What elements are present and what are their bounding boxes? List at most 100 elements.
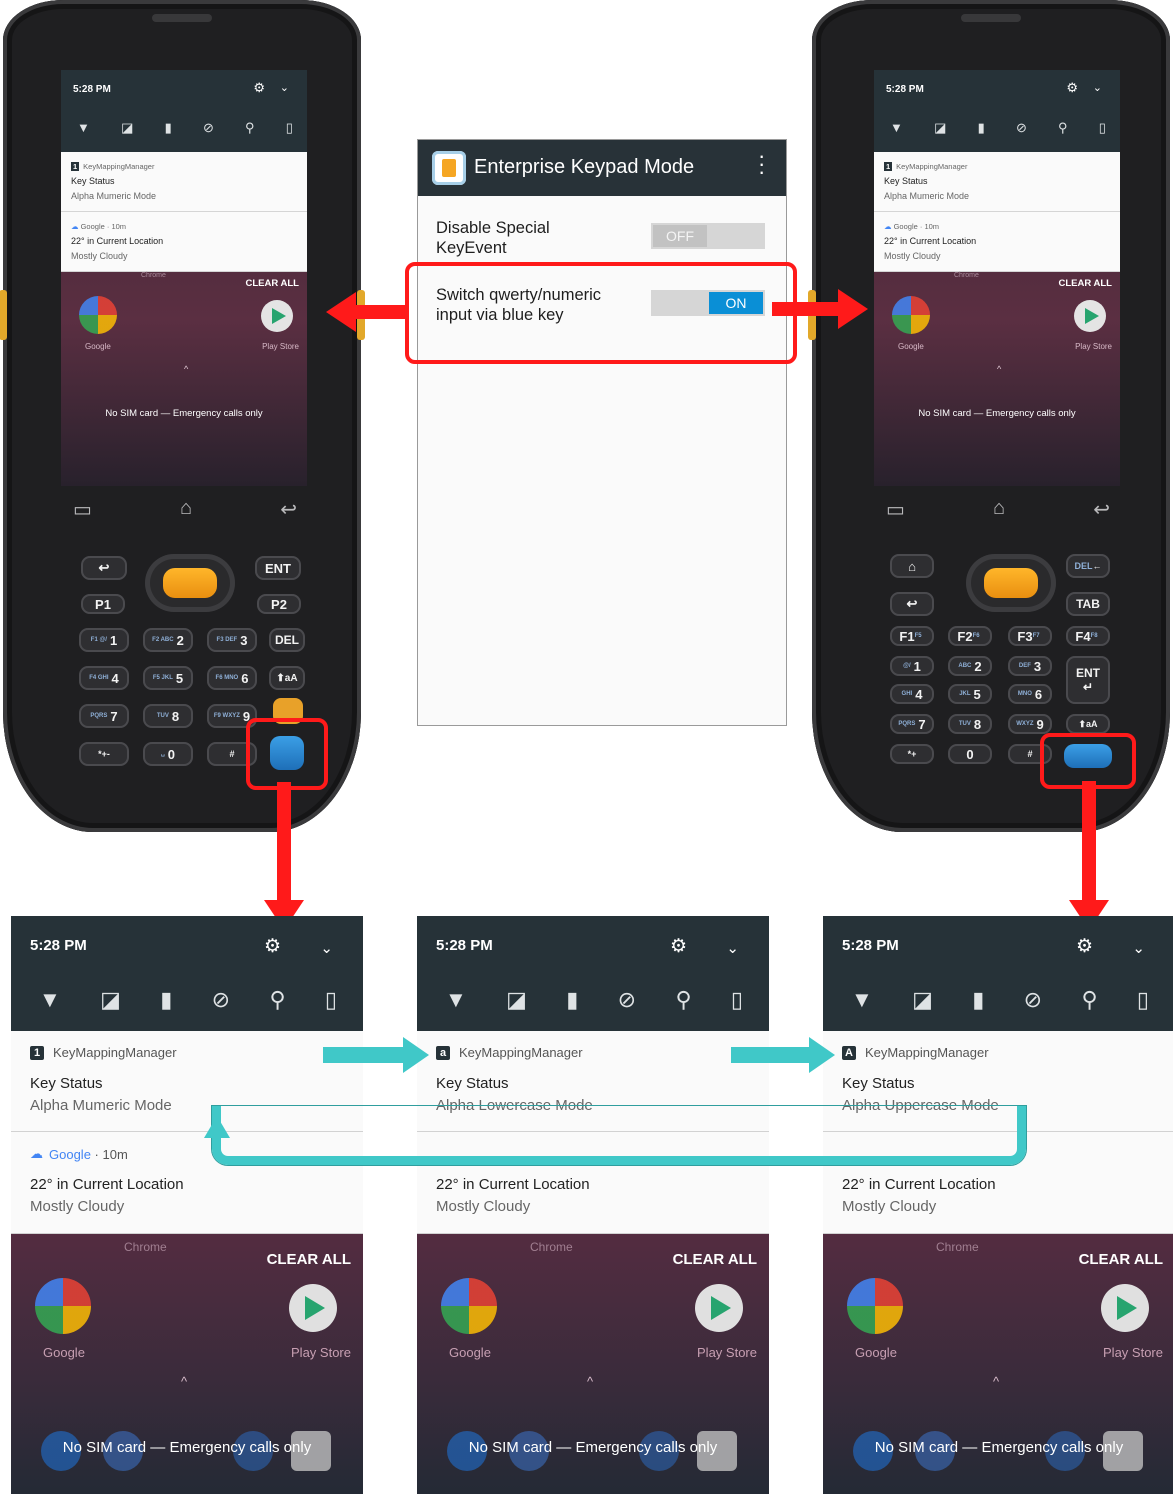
google-folder-icon[interactable] bbox=[79, 296, 117, 334]
play-store-icon[interactable] bbox=[1074, 300, 1106, 332]
notification-key-status[interactable]: 1 KeyMappingManager Key Status Alpha Mume… bbox=[61, 152, 307, 212]
clear-all-button[interactable]: CLEAR ALL bbox=[246, 278, 299, 289]
key-6[interactable]: MNO 6 bbox=[1008, 684, 1052, 704]
gear-icon[interactable]: ⚙ bbox=[264, 935, 281, 958]
key-3[interactable]: DEF 3 bbox=[1008, 656, 1052, 676]
key-2[interactable]: F2 ABC 2 bbox=[143, 628, 193, 652]
f3-key[interactable]: F3 F7 bbox=[1008, 626, 1052, 646]
del-key[interactable]: DEL ← bbox=[1066, 554, 1110, 578]
wifi-icon[interactable]: ▼ bbox=[890, 120, 903, 136]
chevron-up-icon[interactable]: ^ bbox=[997, 364, 1001, 374]
notification-weather[interactable]: ☁ Google · 10m 22° in Current Location M… bbox=[61, 212, 307, 272]
google-folder-icon[interactable] bbox=[847, 1278, 903, 1334]
shift-key[interactable]: ⬆ aA bbox=[1066, 714, 1110, 734]
chevron-down-icon[interactable]: ⌄ bbox=[726, 939, 739, 957]
clear-all-button[interactable]: CLEAR ALL bbox=[1079, 1251, 1163, 1268]
key-1[interactable]: @/1 bbox=[890, 656, 934, 676]
key-5[interactable]: F5 JKL 5 bbox=[143, 666, 193, 690]
key-8[interactable]: TUV 8 bbox=[143, 704, 193, 728]
google-folder-icon[interactable] bbox=[35, 1278, 91, 1334]
chevron-up-icon[interactable]: ^ bbox=[993, 1374, 999, 1389]
gear-icon[interactable]: ⚙ bbox=[670, 935, 687, 958]
wifi-icon[interactable]: ▼ bbox=[445, 987, 467, 1013]
phone-orientation-icon[interactable]: ▯ bbox=[286, 120, 293, 136]
key-7[interactable]: PQRS 7 bbox=[79, 704, 129, 728]
back-icon[interactable]: ↩ bbox=[1093, 497, 1110, 522]
enter-key[interactable]: ENT bbox=[255, 556, 301, 580]
key-8[interactable]: TUV 8 bbox=[948, 714, 992, 734]
play-store-icon[interactable] bbox=[289, 1284, 337, 1332]
f2-key[interactable]: F2 F6 bbox=[948, 626, 992, 646]
battery-icon[interactable]: ▮ bbox=[160, 987, 172, 1013]
no-sim-icon[interactable]: ◪ bbox=[100, 987, 121, 1013]
p1-key[interactable]: P1 bbox=[81, 594, 125, 614]
home-icon[interactable]: ⌂ bbox=[993, 497, 1005, 522]
play-store-icon[interactable] bbox=[695, 1284, 743, 1332]
star-key[interactable]: *+- bbox=[79, 742, 129, 766]
chevron-up-icon[interactable]: ^ bbox=[587, 1374, 593, 1389]
chevron-up-icon[interactable]: ^ bbox=[181, 1374, 187, 1389]
battery-icon[interactable]: ▮ bbox=[566, 987, 578, 1013]
phone-orientation-icon[interactable]: ▯ bbox=[1099, 120, 1106, 136]
tab-key[interactable]: TAB bbox=[1066, 592, 1110, 616]
shift-key[interactable]: ⬆ aA bbox=[269, 666, 305, 690]
home-key[interactable]: ⌂ bbox=[890, 554, 934, 578]
p2-key[interactable]: P2 bbox=[257, 594, 301, 614]
key-5[interactable]: JKL 5 bbox=[948, 684, 992, 704]
setting-disable-special-keyevent[interactable]: Disable Special KeyEvent bbox=[436, 218, 550, 258]
key-1[interactable]: F1 @/1 bbox=[79, 628, 129, 652]
f4-key[interactable]: F4 F8 bbox=[1066, 626, 1110, 646]
chevron-down-icon[interactable]: ⌄ bbox=[320, 939, 333, 957]
back-icon[interactable]: ↩ bbox=[280, 497, 297, 522]
no-sim-icon[interactable]: ◪ bbox=[912, 987, 933, 1013]
gear-icon[interactable]: ⚙ bbox=[253, 80, 265, 96]
home-icon[interactable]: ⌂ bbox=[180, 497, 192, 522]
flashlight-off-icon[interactable]: ⚲ bbox=[675, 987, 691, 1013]
notification-key-status[interactable]: 1 KeyMappingManager Key Status Alpha Mume… bbox=[874, 152, 1120, 212]
flashlight-off-icon[interactable]: ⚲ bbox=[269, 987, 285, 1013]
wifi-icon[interactable]: ▼ bbox=[851, 987, 873, 1013]
chevron-down-icon[interactable]: ⌄ bbox=[1132, 939, 1145, 957]
do-not-disturb-icon[interactable]: ⊘ bbox=[203, 120, 214, 136]
google-folder-icon[interactable] bbox=[892, 296, 930, 334]
clear-all-button[interactable]: CLEAR ALL bbox=[267, 1251, 351, 1268]
key-0[interactable]: 0 bbox=[948, 744, 992, 764]
no-sim-icon[interactable]: ◪ bbox=[121, 120, 133, 136]
battery-icon[interactable]: ▮ bbox=[978, 120, 985, 136]
phone-orientation-icon[interactable]: ▯ bbox=[1137, 987, 1149, 1013]
key-4[interactable]: GHI 4 bbox=[890, 684, 934, 704]
recents-icon[interactable]: ▭ bbox=[73, 497, 92, 522]
flashlight-off-icon[interactable]: ⚲ bbox=[245, 120, 255, 136]
wifi-icon[interactable]: ▼ bbox=[39, 987, 61, 1013]
key-6[interactable]: F6 MNO 6 bbox=[207, 666, 257, 690]
clear-all-button[interactable]: CLEAR ALL bbox=[673, 1251, 757, 1268]
toggle-disable-special-keyevent[interactable]: OFF bbox=[651, 223, 765, 249]
no-sim-icon[interactable]: ◪ bbox=[506, 987, 527, 1013]
no-sim-icon[interactable]: ◪ bbox=[934, 120, 946, 136]
flashlight-off-icon[interactable]: ⚲ bbox=[1058, 120, 1068, 136]
enter-key[interactable]: ENT ↵ bbox=[1066, 656, 1110, 704]
key-3[interactable]: F3 DEF 3 bbox=[207, 628, 257, 652]
chevron-down-icon[interactable]: ⌄ bbox=[1093, 81, 1102, 94]
play-store-icon[interactable] bbox=[1101, 1284, 1149, 1332]
del-key[interactable]: DEL bbox=[269, 628, 305, 652]
key-4[interactable]: F4 GHI 4 bbox=[79, 666, 129, 690]
key-0[interactable]: ␣ 0 bbox=[143, 742, 193, 766]
do-not-disturb-icon[interactable]: ⊘ bbox=[1016, 120, 1027, 136]
phone-orientation-icon[interactable]: ▯ bbox=[325, 987, 337, 1013]
chevron-up-icon[interactable]: ^ bbox=[184, 364, 188, 374]
google-folder-icon[interactable] bbox=[441, 1278, 497, 1334]
back-key[interactable]: ↩ bbox=[890, 592, 934, 616]
do-not-disturb-icon[interactable]: ⊘ bbox=[1024, 987, 1042, 1013]
flashlight-off-icon[interactable]: ⚲ bbox=[1081, 987, 1097, 1013]
gear-icon[interactable]: ⚙ bbox=[1076, 935, 1093, 958]
star-key[interactable]: *+ bbox=[890, 744, 934, 764]
back-key[interactable]: ↩ bbox=[81, 556, 127, 580]
do-not-disturb-icon[interactable]: ⊘ bbox=[212, 987, 230, 1013]
battery-icon[interactable]: ▮ bbox=[972, 987, 984, 1013]
wifi-icon[interactable]: ▼ bbox=[77, 120, 90, 136]
scan-trigger-key[interactable] bbox=[145, 554, 235, 612]
side-scan-button-left[interactable] bbox=[0, 290, 7, 340]
notification-weather[interactable]: ☁ Google · 10m 22° in Current Location M… bbox=[874, 212, 1120, 272]
gear-icon[interactable]: ⚙ bbox=[1066, 80, 1078, 96]
